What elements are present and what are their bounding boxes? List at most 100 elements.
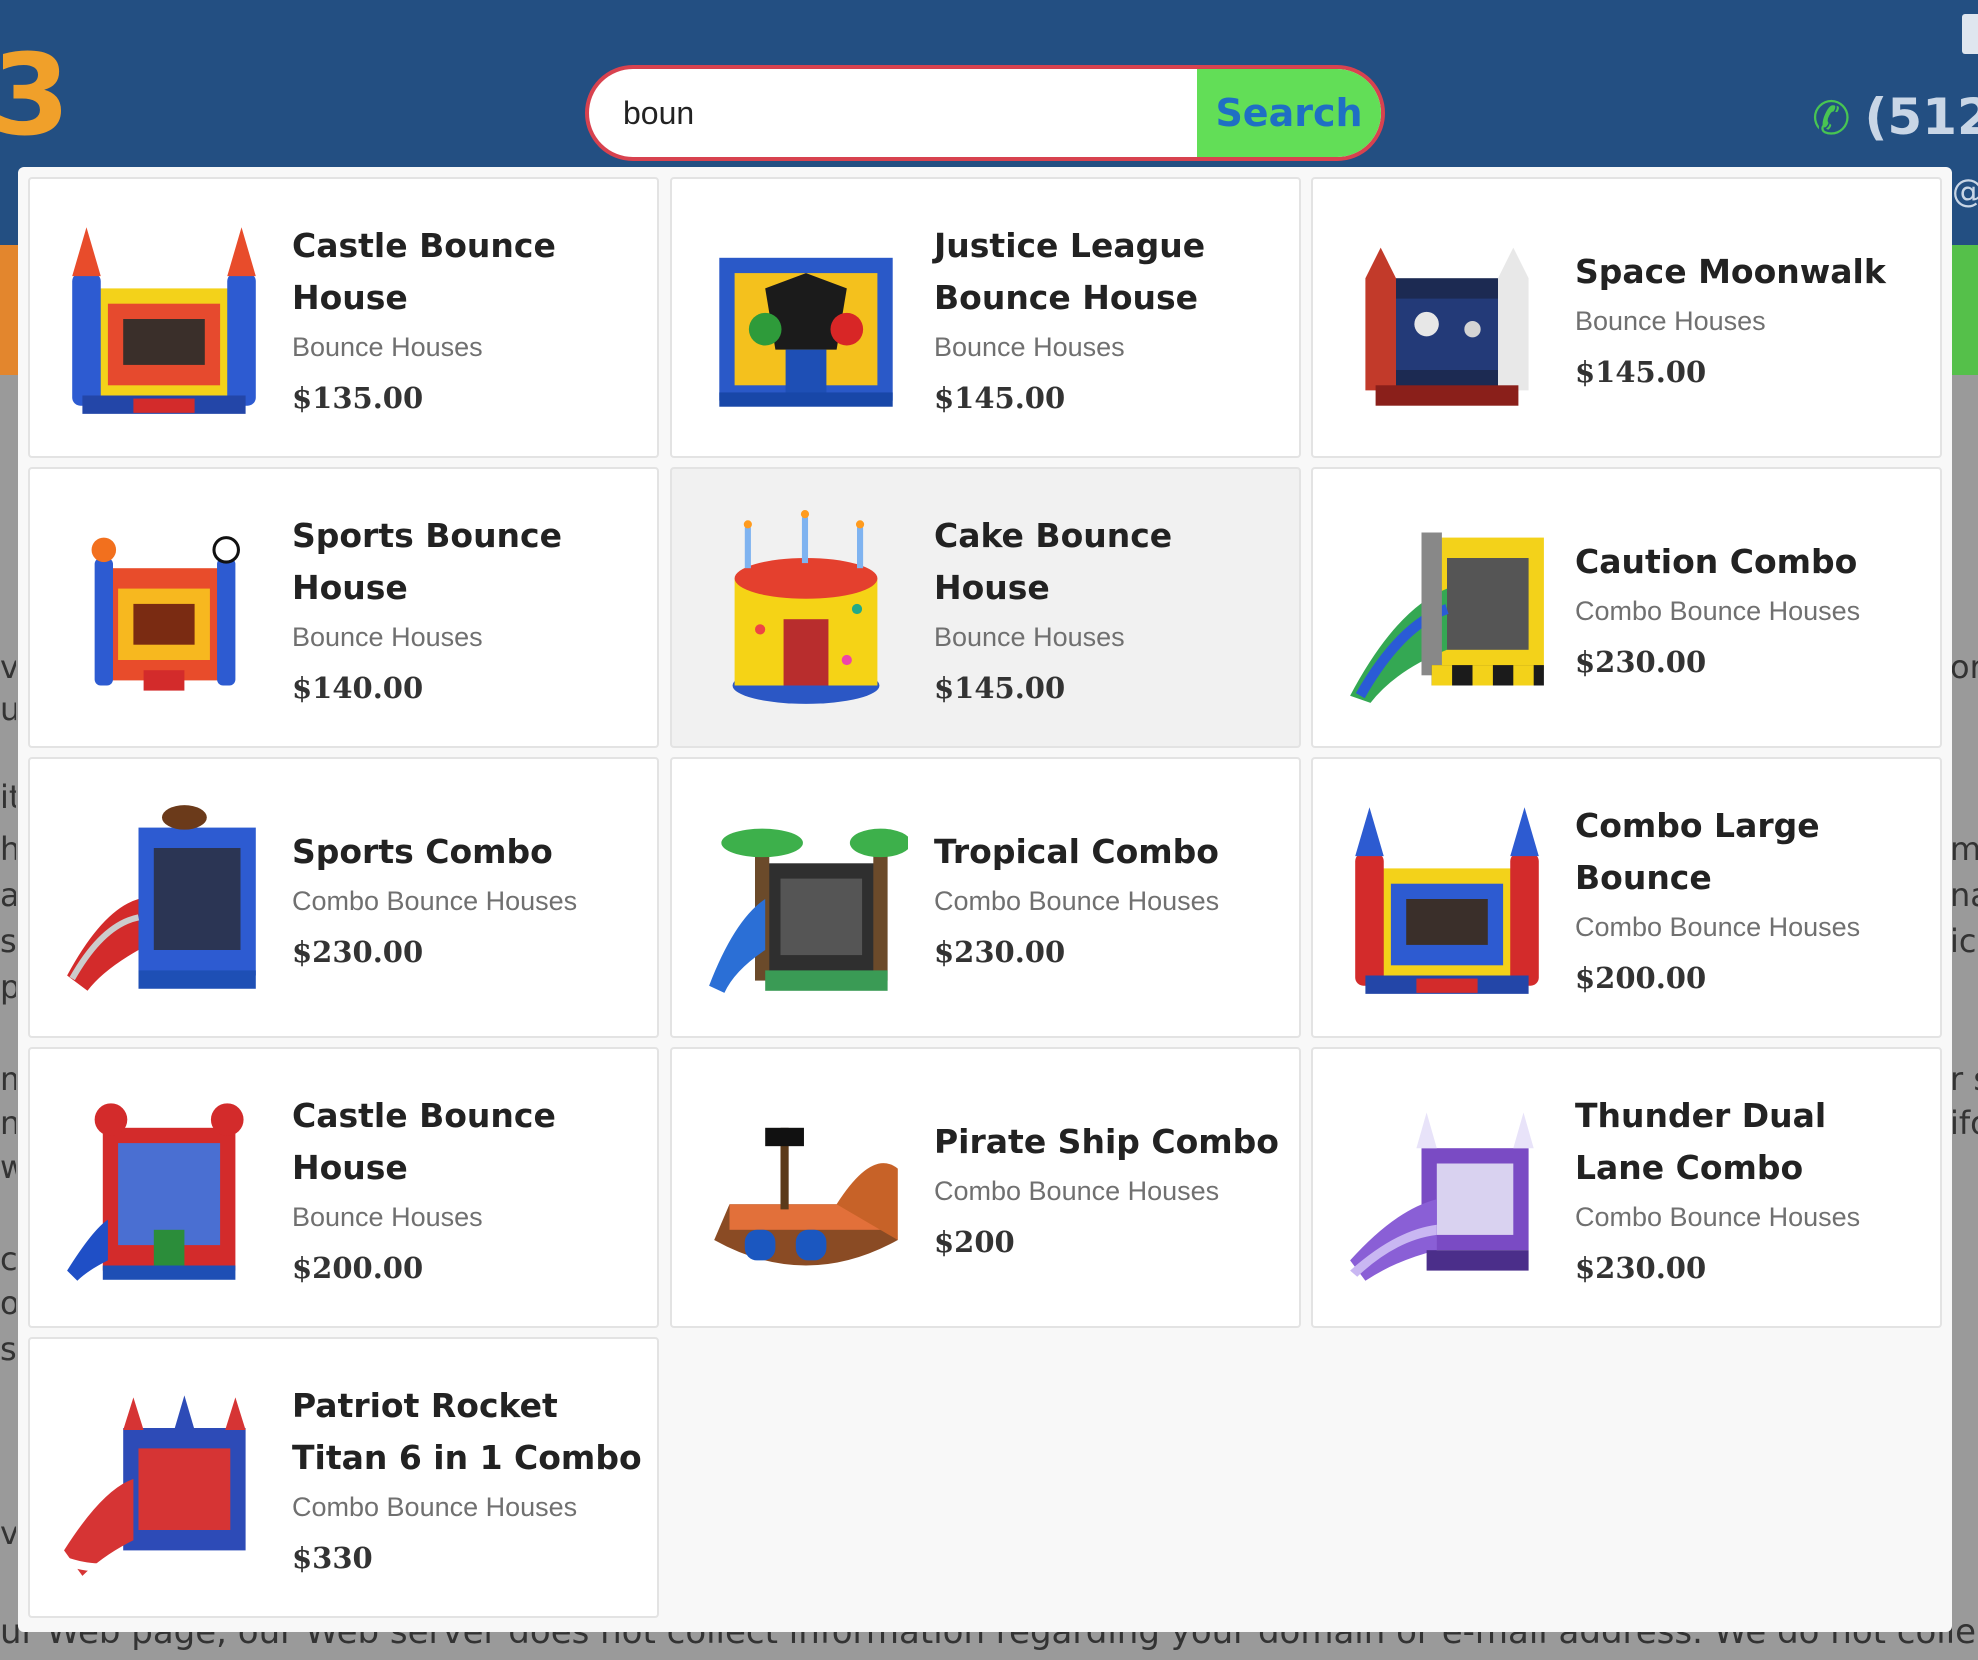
nav-bar-right-fragment[interactable] — [1950, 245, 1978, 375]
background-text-fragment: of — [0, 1284, 16, 1322]
search-result-card[interactable]: Thunder Dual Lane Combo Combo Bounce Hous… — [1311, 1047, 1942, 1328]
background-text-fragment: n — [0, 1104, 16, 1142]
result-name[interactable]: Pirate Ship Combo — [934, 1116, 1284, 1168]
result-info: Caution Combo Combo Bounce Houses $230.00 — [1575, 469, 1925, 746]
search-result-card[interactable]: Sports Bounce House Bounce Houses $140.00 — [28, 467, 659, 748]
email-fragment[interactable]: @ — [1952, 172, 1978, 210]
result-info: Castle Bounce House Bounce Houses $135.00 — [292, 179, 642, 456]
result-price: $230.00 — [934, 935, 1066, 969]
background-text-fragment: s — [0, 922, 16, 960]
result-name[interactable]: Castle Bounce House — [292, 220, 642, 324]
result-name[interactable]: Thunder Dual Lane Combo — [1575, 1090, 1925, 1194]
castle-bounce-house-image[interactable] — [62, 217, 266, 421]
cake-bounce-house-image[interactable] — [704, 507, 908, 711]
search-result-card[interactable]: Caution Combo Combo Bounce Houses $230.00 — [1311, 467, 1942, 748]
result-category: Bounce Houses — [934, 622, 1125, 652]
result-name[interactable]: Sports Bounce House — [292, 510, 642, 614]
background-text-fragment: mi — [1950, 830, 1978, 868]
thunder-dual-lane-combo-image[interactable] — [1345, 1087, 1549, 1291]
result-info: Thunder Dual Lane Combo Combo Bounce Hous… — [1575, 1049, 1925, 1326]
facebook-icon[interactable] — [1962, 14, 1978, 54]
background-text-fragment: s: — [0, 1330, 16, 1368]
phone-text: (512 — [1864, 88, 1978, 146]
combo-large-bounce-image[interactable] — [1345, 797, 1549, 1001]
result-name[interactable]: Caution Combo — [1575, 536, 1925, 588]
result-price: $135.00 — [292, 381, 424, 415]
search-bar: Search — [585, 65, 1385, 161]
result-info: Pirate Ship Combo Combo Bounce Houses $200 — [934, 1049, 1284, 1326]
result-price: $140.00 — [292, 671, 424, 705]
search-result-card[interactable]: Patriot Rocket Titan 6 in 1 Combo Combo B… — [28, 1337, 659, 1618]
search-result-card[interactable]: Space Moonwalk Bounce Houses $145.00 — [1311, 177, 1942, 458]
background-text-fragment: or — [1950, 648, 1978, 686]
background-text-fragment: w — [0, 1148, 16, 1186]
result-price: $200 — [934, 1225, 1015, 1259]
pirate-ship-combo-image[interactable] — [704, 1087, 908, 1291]
sports-combo-image[interactable] — [62, 797, 266, 1001]
result-info: Patriot Rocket Titan 6 in 1 Combo Combo B… — [292, 1339, 642, 1616]
spiderman-castle-image[interactable] — [62, 1087, 266, 1291]
search-result-card[interactable]: Justice League Bounce House Bounce Houses… — [670, 177, 1301, 458]
background-text-fragment: vo — [0, 648, 16, 686]
background-text-fragment: he — [0, 830, 16, 868]
result-price: $145.00 — [1575, 355, 1707, 389]
justice-league-bounce-house-image[interactable] — [704, 217, 908, 421]
search-result-card[interactable]: Castle Bounce House Bounce Houses $135.00 — [28, 177, 659, 458]
tropical-combo-image[interactable] — [704, 797, 908, 1001]
result-info: Castle Bounce House Bounce Houses $200.00 — [292, 1049, 642, 1326]
patriot-rocket-titan-image[interactable] — [62, 1377, 266, 1581]
background-text-fragment: vi — [0, 1514, 16, 1552]
result-name[interactable]: Tropical Combo — [934, 826, 1284, 878]
result-category: Bounce Houses — [292, 332, 483, 362]
result-price: $230.00 — [1575, 1251, 1707, 1285]
background-text-fragment: ifo — [1950, 1104, 1978, 1142]
nav-bar-left-fragment[interactable] — [0, 245, 18, 375]
result-info: Cake Bounce House Bounce Houses $145.00 — [934, 469, 1284, 746]
result-category: Combo Bounce Houses — [934, 1176, 1220, 1206]
space-moonwalk-image[interactable] — [1345, 217, 1549, 421]
result-name[interactable]: Space Moonwalk — [1575, 246, 1925, 298]
result-price: $230.00 — [292, 935, 424, 969]
background-text-fragment: p — [0, 968, 16, 1006]
search-input[interactable] — [589, 69, 1201, 157]
caution-combo-image[interactable] — [1345, 507, 1549, 711]
background-text-fragment: ur — [0, 690, 16, 728]
result-name[interactable]: Combo Large Bounce — [1575, 800, 1925, 904]
result-category: Combo Bounce Houses — [934, 886, 1220, 916]
result-category: Bounce Houses — [1575, 306, 1766, 336]
result-price: $330 — [292, 1541, 373, 1575]
result-info: Sports Bounce House Bounce Houses $140.00 — [292, 469, 642, 746]
search-result-card[interactable]: Castle Bounce House Bounce Houses $200.00 — [28, 1047, 659, 1328]
result-category: Bounce Houses — [934, 332, 1125, 362]
search-results-dropdown: Castle Bounce House Bounce Houses $135.00 … — [18, 167, 1952, 1632]
search-result-card[interactable]: Pirate Ship Combo Combo Bounce Houses $200 — [670, 1047, 1301, 1328]
background-text-fragment: r s — [1950, 1060, 1978, 1098]
background-text-fragment: c — [0, 1240, 16, 1278]
result-info: Sports Combo Combo Bounce Houses $230.00 — [292, 759, 642, 1036]
logo[interactable]: 3 — [0, 40, 70, 152]
search-result-card[interactable]: Combo Large Bounce Combo Bounce Houses $20… — [1311, 757, 1942, 1038]
result-price: $145.00 — [934, 671, 1066, 705]
search-result-card[interactable]: Sports Combo Combo Bounce Houses $230.00 — [28, 757, 659, 1038]
result-price: $230.00 — [1575, 645, 1707, 679]
result-category: Bounce Houses — [292, 622, 483, 652]
result-name[interactable]: Justice League Bounce House — [934, 220, 1284, 324]
result-category: Combo Bounce Houses — [1575, 596, 1861, 626]
result-name[interactable]: Patriot Rocket Titan 6 in 1 Combo — [292, 1380, 642, 1484]
result-info: Combo Large Bounce Combo Bounce Houses $20… — [1575, 759, 1925, 1036]
sports-bounce-house-image[interactable] — [62, 507, 266, 711]
search-result-card[interactable]: Tropical Combo Combo Bounce Houses $230.00 — [670, 757, 1301, 1038]
search-result-card[interactable]: Cake Bounce House Bounce Houses $145.00 — [670, 467, 1301, 748]
result-name[interactable]: Castle Bounce House — [292, 1090, 642, 1194]
result-info: Justice League Bounce House Bounce Houses… — [934, 179, 1284, 456]
search-button[interactable]: Search — [1197, 69, 1381, 157]
result-category: Combo Bounce Houses — [1575, 1202, 1861, 1232]
phone-icon: ✆ — [1812, 91, 1851, 145]
result-category: Combo Bounce Houses — [292, 886, 578, 916]
result-category: Bounce Houses — [292, 1202, 483, 1232]
phone-number[interactable]: ✆ (512 — [1812, 88, 1978, 146]
background-text-fragment: m — [0, 1060, 16, 1098]
result-name[interactable]: Cake Bounce House — [934, 510, 1284, 614]
result-name[interactable]: Sports Combo — [292, 826, 642, 878]
result-info: Space Moonwalk Bounce Houses $145.00 — [1575, 179, 1925, 456]
